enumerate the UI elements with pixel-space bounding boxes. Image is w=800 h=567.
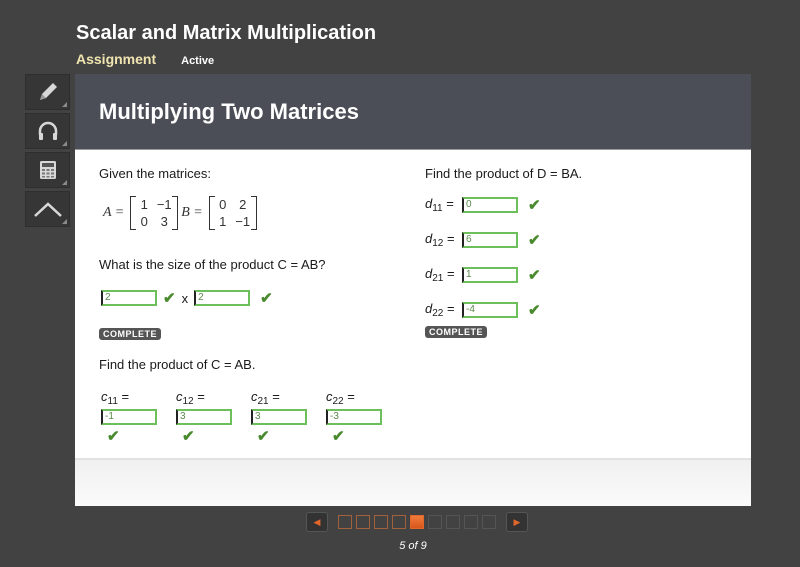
correct-check-icon: ✔	[107, 428, 120, 445]
previous-button[interactable]: ◀	[306, 512, 328, 532]
matrices: A = 1 −1 0 3 B = 0 2 1 −1	[103, 196, 260, 230]
complete-badge: COMPLETE	[99, 328, 162, 340]
matrix-b-cell: 0	[219, 197, 227, 212]
c-entries: c11 = -1 ✔ c12 = 3 ✔ c21 = 3 ✔ c22 = -3 …	[101, 389, 382, 445]
c-entry-label: c22 =	[326, 389, 355, 407]
complete-badge: COMPLETE	[425, 326, 488, 338]
arrow-left-icon: ◀	[313, 516, 321, 527]
page-dot-8[interactable]	[464, 515, 478, 529]
correct-check-icon: ✔	[528, 267, 541, 284]
matrix-b-cell: 1	[219, 214, 227, 229]
panel-footer	[75, 458, 751, 506]
correct-check-icon: ✔	[257, 428, 270, 445]
audio-tool-button[interactable]	[25, 113, 70, 149]
correct-check-icon: ✔	[163, 290, 176, 307]
correct-check-icon: ✔	[528, 232, 541, 249]
c12-input[interactable]: 3	[176, 409, 232, 425]
matrix-a-cell: 3	[160, 214, 168, 229]
d-entry-label: d21 =	[425, 266, 455, 284]
d22-input[interactable]: -4	[462, 302, 518, 318]
page-dots	[338, 515, 496, 529]
correct-check-icon: ✔	[528, 302, 541, 319]
caret-up-icon	[33, 202, 62, 217]
d-entry: d22 = -4 ✔	[425, 301, 541, 319]
d-entry-label: d11 =	[425, 196, 454, 214]
panel-title: Multiplying Two Matrices	[99, 98, 359, 124]
d11-input[interactable]: 0	[462, 197, 518, 213]
reference-tool-button[interactable]	[25, 191, 70, 227]
size-answer-row: 2 ✔ x 2 ✔	[101, 289, 273, 307]
matrix-b-label: B =	[181, 205, 203, 220]
c22-input[interactable]: -3	[326, 409, 382, 425]
correct-check-icon: ✔	[528, 197, 541, 214]
c-entry: c21 = 3 ✔	[251, 389, 307, 445]
c-entry: c22 = -3 ✔	[326, 389, 382, 445]
headphones-icon	[38, 121, 57, 140]
size-question: What is the size of the product C = AB?	[99, 257, 326, 272]
notes-tool-button[interactable]	[25, 74, 70, 110]
page-dot-5[interactable]	[410, 515, 424, 529]
page-dot-6[interactable]	[428, 515, 442, 529]
matrix-a-cell: 1	[140, 197, 148, 212]
d21-input[interactable]: 1	[462, 267, 518, 283]
product-c-label: Find the product of C = AB.	[99, 357, 256, 372]
d-entry-label: d22 =	[425, 301, 455, 319]
c-entry-label: c11 =	[101, 389, 130, 407]
matrix-a-label: A =	[103, 205, 125, 220]
app-title: Scalar and Matrix Multiplication	[76, 22, 377, 44]
page-dot-3[interactable]	[374, 515, 388, 529]
c-entry-label: c21 =	[251, 389, 280, 407]
d-entries: d11 = 0 ✔ d12 = 6 ✔ d21 = 1 ✔ d22 = -4 ✔	[425, 196, 541, 319]
rows-answer-input[interactable]: 2	[101, 290, 157, 306]
page-dot-1[interactable]	[338, 515, 352, 529]
matrix-a-cell: 0	[140, 214, 148, 229]
d-entry: d11 = 0 ✔	[425, 196, 541, 214]
c-entry: c12 = 3 ✔	[176, 389, 232, 445]
c11-input[interactable]: -1	[101, 409, 157, 425]
matrix-a-cell: −1	[156, 197, 172, 212]
pagination: ◀ ▶	[300, 512, 534, 532]
calculator-tool-button[interactable]	[25, 152, 70, 188]
page-dot-9[interactable]	[482, 515, 496, 529]
d12-input[interactable]: 6	[462, 232, 518, 248]
calculator-icon	[39, 161, 56, 179]
page-dot-7[interactable]	[446, 515, 460, 529]
correct-check-icon: ✔	[182, 428, 195, 445]
product-d-label: Find the product of D = BA.	[425, 166, 583, 181]
assignment-meta: Assignment Active	[76, 51, 214, 67]
assignment-status: Active	[181, 55, 215, 67]
assignment-type: Assignment	[76, 51, 157, 67]
c21-input[interactable]: 3	[251, 409, 307, 425]
pencil-icon	[39, 83, 57, 100]
tool-sidebar	[25, 74, 70, 230]
page-dot-4[interactable]	[392, 515, 406, 529]
c-entry: c11 = -1 ✔	[101, 389, 157, 445]
c-entry-label: c12 =	[176, 389, 205, 407]
panel-header: Multiplying Two Matrices	[75, 74, 751, 150]
matrix-b-cell: −1	[235, 214, 251, 229]
matrix-b-cell: 2	[239, 197, 247, 212]
d-entry-label: d12 =	[425, 231, 455, 249]
cols-answer-input[interactable]: 2	[194, 290, 251, 306]
d-entry: d12 = 6 ✔	[425, 231, 541, 249]
page-count: 5 of 9	[399, 540, 427, 552]
times-symbol: x	[181, 290, 189, 306]
matrix-b: 0 2 1 −1	[208, 196, 257, 230]
correct-check-icon: ✔	[332, 428, 345, 445]
matrix-a: 1 −1 0 3	[130, 196, 179, 230]
given-label: Given the matrices:	[99, 166, 211, 181]
arrow-right-icon: ▶	[513, 516, 521, 527]
correct-check-icon: ✔	[260, 290, 273, 307]
d-entry: d21 = 1 ✔	[425, 266, 541, 284]
page-dot-2[interactable]	[356, 515, 370, 529]
next-button[interactable]: ▶	[506, 512, 528, 532]
